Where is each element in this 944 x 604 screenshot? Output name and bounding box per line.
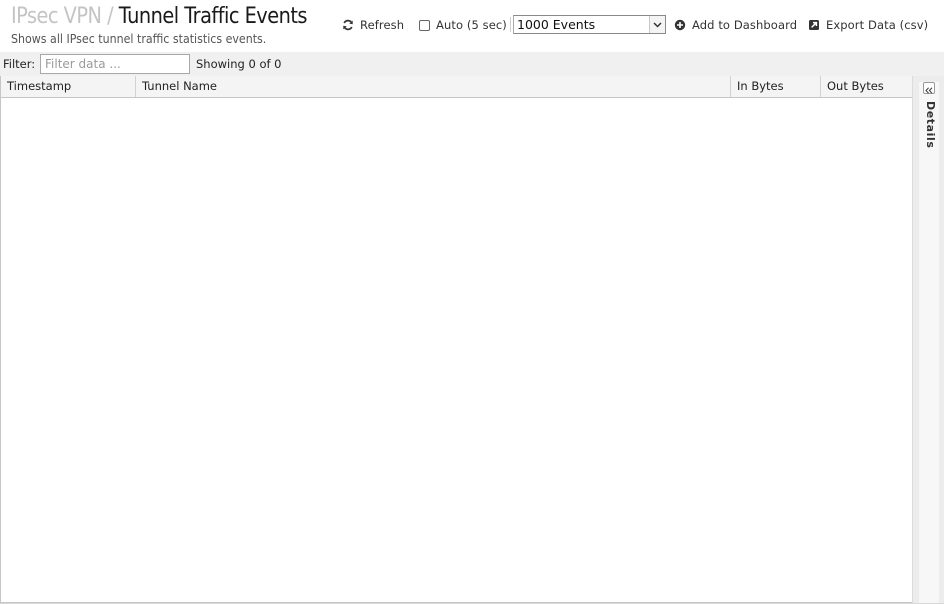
events-count-value: 1000 Events bbox=[517, 17, 596, 32]
breadcrumb-parent[interactable]: IPsec VPN bbox=[11, 4, 102, 29]
refresh-icon bbox=[342, 19, 354, 31]
plus-circle-icon bbox=[674, 19, 686, 31]
table-header: Timestamp Tunnel Name In Bytes Out Bytes bbox=[1, 76, 912, 98]
refresh-label: Refresh bbox=[360, 18, 405, 32]
showing-count: Showing 0 of 0 bbox=[196, 57, 282, 71]
select-divider bbox=[510, 17, 511, 32]
export-csv-button[interactable]: Export Data (csv) bbox=[808, 17, 928, 33]
details-strip bbox=[919, 82, 939, 604]
breadcrumb-separator: / bbox=[107, 4, 114, 29]
filter-input[interactable] bbox=[40, 54, 190, 74]
breadcrumb-current: Tunnel Traffic Events bbox=[118, 4, 308, 29]
events-table: Timestamp Tunnel Name In Bytes Out Bytes bbox=[0, 76, 912, 603]
details-panel-label[interactable]: Details bbox=[924, 101, 937, 149]
events-count-select[interactable]: 1000 Events bbox=[510, 15, 666, 34]
column-header-tunnel-name[interactable]: Tunnel Name bbox=[136, 76, 731, 97]
page-title: IPsec VPN / Tunnel Traffic Events bbox=[11, 4, 308, 30]
export-csv-label: Export Data (csv) bbox=[826, 18, 929, 32]
filter-label: Filter: bbox=[3, 57, 36, 71]
refresh-button[interactable]: Refresh bbox=[342, 17, 404, 33]
chevron-down-icon[interactable] bbox=[649, 16, 665, 33]
auto-refresh-toggle[interactable]: Auto (5 sec) bbox=[419, 17, 507, 33]
page-subtitle: Shows all IPsec tunnel traffic statistic… bbox=[11, 32, 267, 46]
auto-refresh-checkbox[interactable] bbox=[419, 20, 430, 31]
add-to-dashboard-label: Add to Dashboard bbox=[692, 18, 798, 32]
filter-bar: Filter: Showing 0 of 0 bbox=[0, 52, 944, 76]
column-header-out-bytes[interactable]: Out Bytes bbox=[821, 76, 912, 97]
page-header: IPsec VPN / Tunnel Traffic Events Shows … bbox=[0, 0, 944, 52]
expand-details-button[interactable] bbox=[923, 82, 935, 94]
auto-refresh-label: Auto (5 sec) bbox=[436, 18, 507, 32]
export-icon bbox=[808, 19, 820, 31]
add-to-dashboard-button[interactable]: Add to Dashboard bbox=[674, 17, 797, 33]
details-panel: Details bbox=[912, 76, 944, 604]
column-header-timestamp[interactable]: Timestamp bbox=[1, 76, 136, 97]
double-chevron-left-icon bbox=[925, 79, 933, 98]
column-header-in-bytes[interactable]: In Bytes bbox=[731, 76, 821, 97]
